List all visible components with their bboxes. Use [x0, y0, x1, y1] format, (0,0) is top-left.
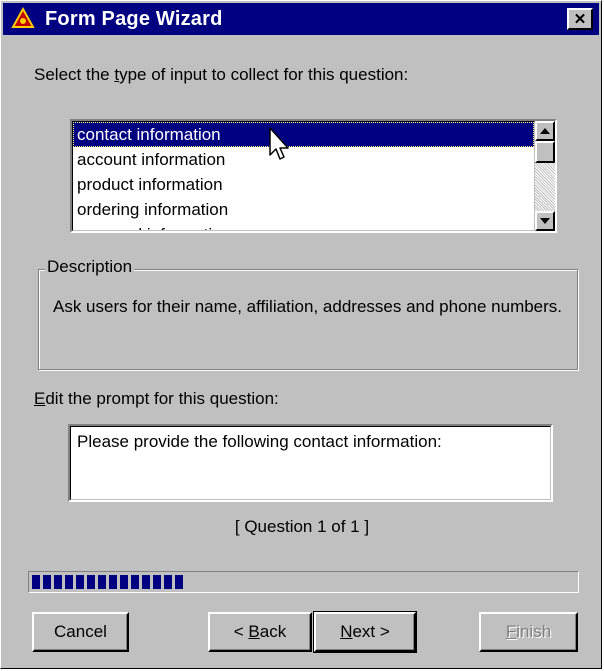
- cancel-button[interactable]: Cancel: [32, 612, 129, 652]
- title-bar[interactable]: Form Page Wizard ✕: [3, 3, 599, 35]
- input-type-label: Select the type of input to collect for …: [34, 65, 409, 84]
- list-item[interactable]: product information: [73, 172, 534, 197]
- chevron-up-icon: [540, 128, 550, 134]
- list-item[interactable]: ordering information: [73, 197, 534, 222]
- window-title: Form Page Wizard: [45, 7, 223, 30]
- list-item[interactable]: contact information: [73, 122, 534, 147]
- scroll-down-button[interactable]: [535, 211, 555, 231]
- scroll-up-button[interactable]: [535, 121, 555, 141]
- list-item[interactable]: personal information: [73, 222, 534, 230]
- prompt-textarea[interactable]: Please provide the following contact inf…: [68, 424, 553, 502]
- prompt-value[interactable]: Please provide the following contact inf…: [70, 426, 551, 500]
- question-counter: [ Question 1 of 1 ]: [234, 517, 370, 536]
- back-button[interactable]: < Back: [208, 612, 312, 652]
- progress-fill: [32, 575, 184, 589]
- listbox-scrollbar[interactable]: [535, 121, 555, 231]
- arrow-cursor-icon: [269, 127, 289, 160]
- close-icon: ✕: [573, 11, 587, 28]
- wizard-dialog: Form Page Wizard ✕ Select the type of in…: [0, 0, 602, 669]
- list-item[interactable]: account information: [73, 147, 534, 172]
- scroll-thumb[interactable]: [535, 141, 555, 163]
- input-type-listbox[interactable]: contact information account information …: [70, 119, 557, 233]
- prompt-label: Edit the prompt for this question:: [34, 389, 279, 408]
- chevron-down-icon: [540, 218, 550, 224]
- finish-button[interactable]: Finish: [479, 612, 578, 652]
- description-text: Ask users for their name, affiliation, a…: [53, 297, 563, 316]
- wizard-progress-bar: [28, 571, 579, 593]
- close-button[interactable]: ✕: [567, 8, 593, 30]
- description-legend: Description: [45, 257, 135, 277]
- next-button[interactable]: Next >: [313, 611, 417, 653]
- wizard-icon: [9, 5, 37, 33]
